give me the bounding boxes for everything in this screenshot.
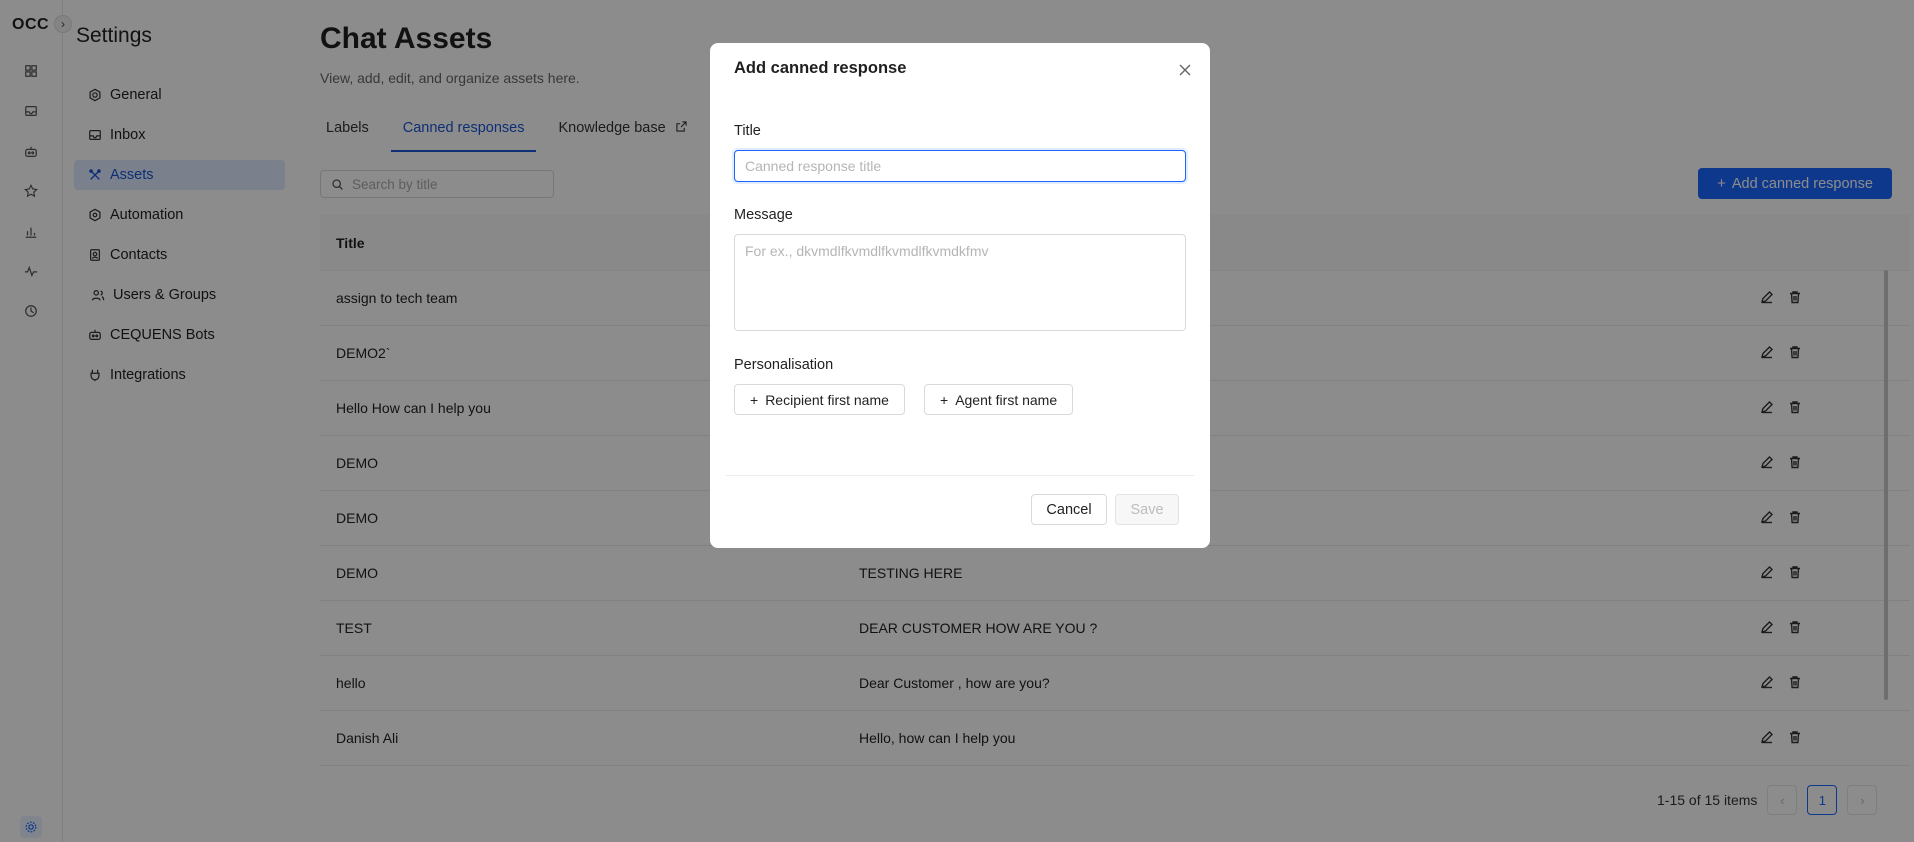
title-label: Title <box>734 123 761 139</box>
close-icon[interactable] <box>1174 59 1196 81</box>
modal-divider <box>726 475 1194 476</box>
save-button[interactable]: Save <box>1115 494 1179 525</box>
add-canned-response-modal: Add canned response Title Message Person… <box>710 43 1210 548</box>
plus-icon: + <box>750 391 759 408</box>
message-textarea[interactable] <box>734 234 1186 331</box>
cancel-button[interactable]: Cancel <box>1031 494 1107 525</box>
title-input[interactable] <box>734 150 1186 182</box>
message-label: Message <box>734 207 793 223</box>
plus-icon: + <box>940 391 949 408</box>
modal-title: Add canned response <box>734 59 907 77</box>
agent-first-name-chip[interactable]: + Agent first name <box>924 384 1074 415</box>
personalisation-label: Personalisation <box>734 357 834 373</box>
recipient-first-name-chip[interactable]: + Recipient first name <box>734 384 905 415</box>
